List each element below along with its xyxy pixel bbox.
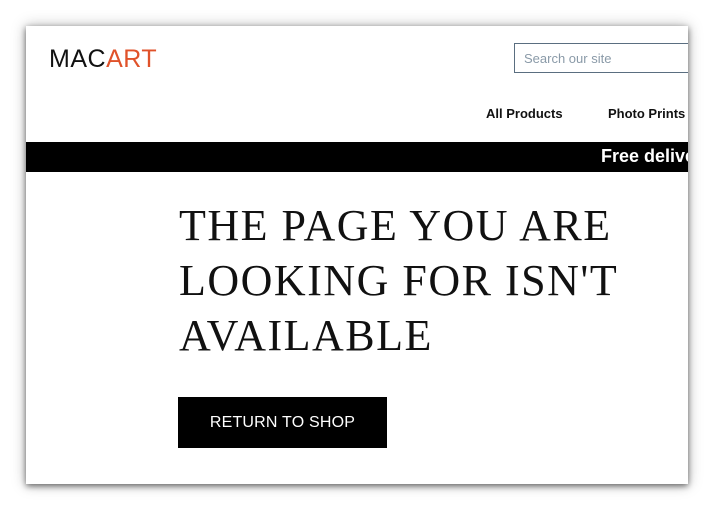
main-nav: All Products Photo Prints [26, 106, 688, 126]
search-input[interactable] [514, 43, 688, 73]
return-to-shop-button[interactable]: RETURN TO SHOP [178, 397, 387, 448]
page-title: THE PAGE YOU ARE LOOKING FOR ISN'T AVAIL… [179, 201, 618, 360]
screenshot-stage: MACART All Products Photo Prints Free de… [0, 0, 720, 517]
site-logo[interactable]: MACART [49, 46, 157, 72]
logo-text-mac: MAC [49, 45, 107, 73]
promo-banner: Free delive [26, 142, 688, 172]
promo-banner-text: Free delive [601, 146, 688, 166]
nav-item-all-products[interactable]: All Products [486, 106, 563, 121]
logo-text-art: ART [106, 45, 158, 73]
browser-viewport: MACART All Products Photo Prints Free de… [26, 26, 688, 484]
nav-item-photo-prints[interactable]: Photo Prints [608, 106, 685, 121]
